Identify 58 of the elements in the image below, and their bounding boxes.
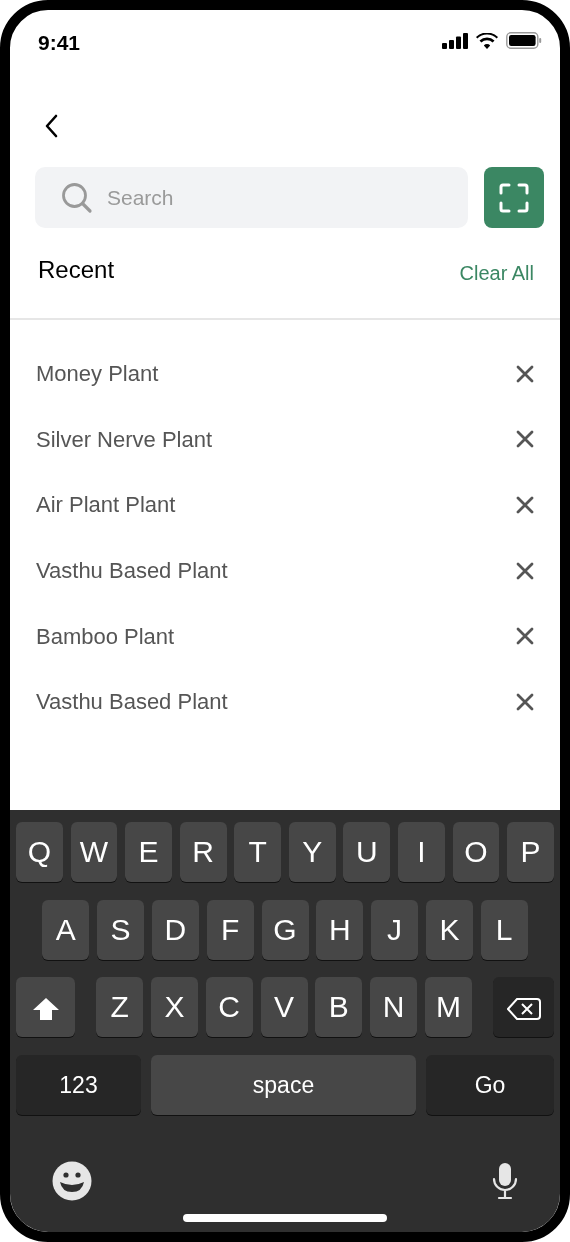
clear-all-link[interactable]: Clear All <box>459 258 534 288</box>
key[interactable]: G <box>261 899 309 960</box>
key[interactable]: H <box>316 899 364 960</box>
remove-button[interactable] <box>516 430 534 449</box>
key[interactable]: K <box>425 899 473 960</box>
key[interactable]: J <box>371 899 419 960</box>
key[interactable]: L <box>480 899 528 960</box>
section-title: Recent <box>38 255 115 285</box>
key[interactable]: B <box>315 977 363 1037</box>
delete-key[interactable] <box>493 977 554 1037</box>
microphone-icon[interactable] <box>492 1161 518 1200</box>
backspace-icon <box>506 997 541 1022</box>
wifi-icon <box>476 32 498 49</box>
shift-icon <box>31 997 60 1022</box>
search-icon <box>61 181 93 214</box>
remove-button[interactable] <box>516 561 534 580</box>
key[interactable]: P <box>507 822 554 882</box>
key[interactable]: C <box>205 977 253 1037</box>
key[interactable]: Y <box>288 822 336 882</box>
remove-button[interactable] <box>516 496 534 514</box>
key[interactable]: D <box>151 899 199 960</box>
key[interactable]: N <box>370 977 418 1037</box>
recent-item[interactable]: Money Plant <box>36 357 159 391</box>
scan-icon <box>499 182 529 213</box>
key[interactable]: V <box>260 977 308 1037</box>
remove-button[interactable] <box>516 692 534 711</box>
back-icon[interactable] <box>44 113 58 138</box>
remove-button[interactable] <box>516 364 534 383</box>
key[interactable]: T <box>234 822 282 882</box>
space-key[interactable]: space <box>151 1054 416 1115</box>
status-time: 9:41 <box>38 32 81 54</box>
shift-key[interactable] <box>16 977 75 1037</box>
key[interactable]: Q <box>16 822 63 882</box>
recent-item[interactable]: Silver Nerve Plant <box>36 422 213 456</box>
key[interactable]: F <box>206 899 254 960</box>
key[interactable]: S <box>97 899 145 960</box>
recent-item[interactable]: Vasthu Based Plant <box>36 554 228 588</box>
recent-item[interactable]: Air Plant Plant <box>36 488 176 522</box>
numbers-key[interactable]: 123 <box>16 1054 141 1115</box>
signal-icon <box>442 32 468 49</box>
key[interactable]: W <box>70 822 118 882</box>
key[interactable]: M <box>424 977 472 1037</box>
key[interactable]: Z <box>96 977 144 1037</box>
key[interactable]: O <box>452 822 500 882</box>
key[interactable]: E <box>125 822 172 882</box>
recent-item[interactable]: Bamboo Plant <box>36 619 175 653</box>
emoji-icon[interactable] <box>52 1160 92 1201</box>
key[interactable]: R <box>179 822 227 882</box>
go-key[interactable]: Go <box>426 1054 554 1115</box>
key[interactable]: X <box>150 977 198 1037</box>
search-field[interactable]: Search <box>35 167 468 228</box>
recent-item[interactable]: Vasthu Based Plant <box>36 685 228 719</box>
scan-button[interactable] <box>484 167 544 228</box>
key[interactable]: I <box>398 822 445 882</box>
key[interactable]: A <box>42 899 90 960</box>
key[interactable]: U <box>343 822 391 882</box>
remove-button[interactable] <box>516 627 534 646</box>
battery-icon <box>506 32 542 49</box>
